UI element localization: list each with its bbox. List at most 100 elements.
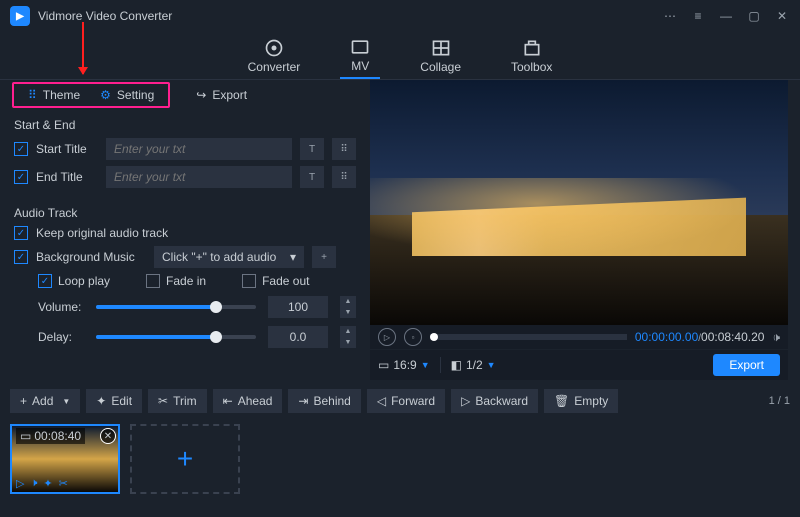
add-button[interactable]: +Add▼ — [10, 389, 80, 413]
start-title-input[interactable] — [106, 138, 292, 160]
clip-toolbar: +Add▼ ✦Edit ✂Trim ⇤Ahead ⇥Behind ◁Forwar… — [0, 386, 800, 416]
plus-icon: + — [20, 394, 27, 408]
behind-button[interactable]: ⇥Behind — [288, 389, 360, 413]
film-icon: ▭ — [20, 429, 31, 443]
title-bar: ▶ Vidmore Video Converter ⋯ ≡ ― ▢ ✕ — [0, 0, 800, 32]
chevron-down-icon: ▼ — [62, 397, 70, 406]
volume-stepper[interactable]: ▲▼ — [340, 296, 356, 318]
clip-play-icon[interactable]: ▷ — [16, 477, 24, 490]
tab-collage[interactable]: Collage — [410, 34, 471, 78]
chevron-down-icon: ▾ — [290, 250, 296, 264]
volume-slider[interactable] — [96, 305, 256, 309]
clip-remove-button[interactable]: ✕ — [100, 428, 116, 444]
loop-label: Loop play — [58, 274, 110, 288]
clip-edit-icon[interactable]: ✦ — [43, 477, 52, 490]
behind-icon: ⇥ — [298, 394, 308, 408]
clip-mute-icon[interactable]: 🕨 — [30, 477, 37, 490]
clip-trim-icon[interactable]: ✂ — [59, 477, 68, 490]
subtab-label: Export — [212, 88, 247, 102]
forward-icon: ◁ — [377, 394, 386, 408]
subtab-label: Setting — [117, 88, 154, 102]
end-title-input[interactable] — [106, 166, 292, 188]
bg-music-dropdown[interactable]: Click "+" to add audio ▾ — [154, 246, 304, 268]
close-icon[interactable]: ✕ — [774, 8, 790, 24]
add-clip-button[interactable]: + — [130, 424, 240, 494]
start-title-label: Start Title — [36, 142, 98, 156]
fadeout-label: Fade out — [262, 274, 309, 288]
minimize-icon[interactable]: ― — [718, 8, 734, 24]
ahead-button[interactable]: ⇤Ahead — [213, 389, 283, 413]
bg-music-hint: Click "+" to add audio — [162, 250, 276, 264]
app-logo-icon: ▶ — [10, 6, 30, 26]
fadeout-checkbox[interactable] — [242, 274, 256, 288]
tab-toolbox[interactable]: Toolbox — [501, 34, 562, 78]
video-preview[interactable] — [370, 80, 788, 325]
trim-button[interactable]: ✂Trim — [148, 389, 207, 413]
play-button[interactable]: ▷ — [378, 328, 396, 346]
volume-label: Volume: — [38, 300, 86, 314]
clip-tray: ▭00:08:40 ✕ ▷ 🕨 ✦ ✂ + — [0, 416, 800, 502]
delay-value[interactable]: 0.0 — [268, 326, 328, 348]
volume-value[interactable]: 100 — [268, 296, 328, 318]
app-title: Vidmore Video Converter — [38, 9, 662, 23]
ratio-icon: ▭ — [378, 358, 389, 372]
gear-icon: ⚙ — [100, 88, 111, 102]
audio-heading: Audio Track — [14, 206, 356, 220]
delay-label: Delay: — [38, 330, 86, 344]
stop-button[interactable]: ▫ — [404, 328, 422, 346]
tab-mv[interactable]: MV — [340, 33, 380, 79]
end-expand-button[interactable]: ⠿ — [332, 166, 356, 188]
seek-bar[interactable] — [430, 334, 627, 340]
export-button[interactable]: Export — [713, 354, 780, 376]
forward-button[interactable]: ◁Forward — [367, 389, 445, 413]
current-time: 00:00:00.00 — [635, 330, 698, 344]
trash-icon: 🗑 — [554, 394, 569, 408]
menu-icon[interactable]: ≡ — [690, 8, 706, 24]
start-end-heading: Start & End — [14, 118, 356, 132]
end-text-style-button[interactable]: T — [300, 166, 324, 188]
theme-icon: ⠿ — [28, 88, 37, 102]
add-audio-button[interactable]: + — [312, 246, 336, 268]
volume-icon[interactable]: 🕩 — [772, 330, 780, 345]
aspect-ratio-select[interactable]: ▭16:9▼ — [378, 358, 430, 372]
feedback-icon[interactable]: ⋯ — [662, 8, 678, 24]
export-icon: ↪ — [196, 88, 206, 102]
loop-checkbox[interactable]: ✓ — [38, 274, 52, 288]
keep-original-checkbox[interactable]: ✓ — [14, 226, 28, 240]
chevron-down-icon: ▼ — [487, 360, 496, 370]
clip-duration: ▭00:08:40 — [16, 428, 85, 444]
backward-icon: ▷ — [461, 394, 470, 408]
edit-button[interactable]: ✦Edit — [86, 389, 142, 413]
tab-label: Toolbox — [511, 60, 552, 74]
maximize-icon[interactable]: ▢ — [746, 8, 762, 24]
bg-music-checkbox[interactable]: ✓ — [14, 250, 28, 264]
split-select[interactable]: ◧1/2▼ — [451, 358, 496, 372]
fadein-checkbox[interactable] — [146, 274, 160, 288]
start-title-checkbox[interactable]: ✓ — [14, 142, 28, 156]
end-title-checkbox[interactable]: ✓ — [14, 170, 28, 184]
time-display: 00:00:00.00/00:08:40.20 — [635, 330, 765, 344]
subtab-export[interactable]: ↪ Export — [184, 84, 259, 106]
split-icon: ◧ — [451, 358, 462, 372]
delay-stepper[interactable]: ▲▼ — [340, 326, 356, 348]
pagination: 1 / 1 — [769, 395, 790, 407]
empty-button[interactable]: 🗑Empty — [544, 389, 618, 413]
wand-icon: ✦ — [96, 394, 106, 408]
clip-thumbnail[interactable]: ▭00:08:40 ✕ ▷ 🕨 ✦ ✂ — [10, 424, 120, 494]
ahead-icon: ⇤ — [223, 394, 233, 408]
start-text-style-button[interactable]: T — [300, 138, 324, 160]
scissors-icon: ✂ — [158, 394, 168, 408]
tab-label: Converter — [248, 60, 301, 74]
backward-button[interactable]: ▷Backward — [451, 389, 538, 413]
delay-slider[interactable] — [96, 335, 256, 339]
tab-label: Collage — [420, 60, 461, 74]
preview-panel: ▷ ▫ 00:00:00.00/00:08:40.20 🕩 ▭16:9▼ ◧1/… — [370, 80, 800, 380]
tab-converter[interactable]: Converter — [238, 34, 311, 78]
subtab-setting[interactable]: ⚙ Setting — [90, 84, 164, 106]
bg-music-label: Background Music — [36, 250, 146, 264]
subtab-theme[interactable]: ⠿ Theme — [18, 84, 90, 106]
annotation-highlight: ⠿ Theme ⚙ Setting — [12, 82, 170, 108]
tab-label: MV — [351, 59, 369, 73]
fadein-label: Fade in — [166, 274, 206, 288]
start-expand-button[interactable]: ⠿ — [332, 138, 356, 160]
